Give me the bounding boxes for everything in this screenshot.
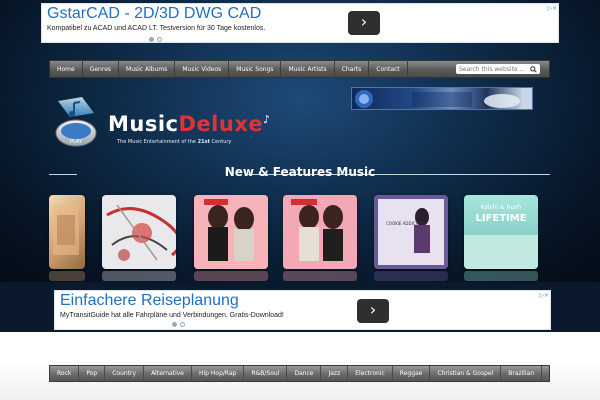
genre-item-reggae[interactable]: Reggae bbox=[393, 365, 431, 382]
logo-deluxe: Deluxe bbox=[178, 112, 264, 136]
ad-title[interactable]: Einfachere Reiseplanung bbox=[60, 292, 239, 310]
nav-item-music-videos[interactable]: Music Videos bbox=[175, 61, 230, 77]
album-art-5: COOKIE ADDICTION bbox=[374, 195, 448, 269]
banner-graphic bbox=[355, 90, 520, 108]
ad-pagination bbox=[172, 322, 185, 327]
tagline-bold: 21st bbox=[197, 139, 210, 145]
album-reflection-4 bbox=[283, 271, 357, 281]
album-reflection-2 bbox=[102, 271, 176, 281]
album-5-text: COOKIE ADDICTION bbox=[386, 221, 425, 226]
tagline-prefix: The Music Entertainment of the bbox=[117, 139, 198, 145]
genre-item-pop[interactable]: Pop bbox=[79, 365, 106, 382]
site-logo[interactable]: PLAY MusicDeluxe♪ The Music Entertainmen… bbox=[52, 95, 270, 153]
genre-item-jazz[interactable]: Jazz bbox=[321, 365, 349, 382]
album-art-2 bbox=[106, 204, 176, 261]
ad-pagination bbox=[149, 37, 162, 42]
search-icon[interactable] bbox=[528, 64, 538, 74]
section-title: New & Features Music bbox=[224, 165, 376, 179]
genre-item-christian-gospel[interactable]: Christian & Gospel bbox=[430, 365, 502, 382]
album-6-line1: koishi & hush bbox=[481, 204, 521, 211]
album-reflection-5 bbox=[374, 271, 448, 281]
album-thumbnail-2[interactable] bbox=[102, 195, 176, 269]
ad-dot[interactable] bbox=[157, 37, 162, 42]
album-art-6: koishi & hush LIFETIME bbox=[464, 204, 538, 269]
music-note-icon: ♪ bbox=[263, 113, 271, 126]
ad-banner-middle[interactable]: Einfachere Reiseplanung MyTransitGuide h… bbox=[54, 290, 551, 330]
ad-description: Kompatibel zu ACAD und ACAD LT. Testvers… bbox=[47, 25, 266, 32]
nav-item-music-artists[interactable]: Music Artists bbox=[281, 61, 335, 77]
search-input[interactable] bbox=[456, 64, 528, 74]
play-label: PLAY bbox=[70, 139, 83, 145]
ad-dot-active[interactable] bbox=[149, 37, 154, 42]
genre-nav: Rock Pop Country Alternative Hip Hop/Rap… bbox=[49, 365, 550, 382]
genre-item-electronic[interactable]: Electronic bbox=[348, 365, 393, 382]
album-thumbnail-4[interactable] bbox=[283, 195, 357, 269]
album-art-1 bbox=[53, 205, 79, 255]
album-art-3 bbox=[194, 195, 268, 269]
album-reflection-1 bbox=[49, 271, 85, 281]
ad-dot[interactable] bbox=[180, 322, 185, 327]
logo-wordmark: MusicDeluxe♪ bbox=[108, 112, 271, 136]
ad-description: MyTransitGuide hat alle Fahrpläne und Ve… bbox=[60, 312, 284, 319]
genre-item-dance[interactable]: Dance bbox=[287, 365, 322, 382]
album-thumbnail-6[interactable]: koishi & hush LIFETIME bbox=[464, 195, 538, 269]
genre-item-rock[interactable]: Rock bbox=[50, 365, 80, 382]
nav-item-contact[interactable]: Contact bbox=[369, 61, 408, 77]
nav-item-music-songs[interactable]: Music Songs bbox=[229, 61, 282, 77]
adchoices-icon[interactable]: ▷× bbox=[535, 292, 549, 299]
nav-item-genres[interactable]: Genres bbox=[83, 61, 120, 77]
album-thumbnail-3[interactable] bbox=[194, 195, 268, 269]
ad-banner-top[interactable]: GstarCAD - 2D/3D DWG CAD Kompatibel zu A… bbox=[41, 3, 559, 43]
genre-item-rnb-soul[interactable]: R&B/Soul bbox=[244, 365, 288, 382]
chevron-right-icon[interactable]: › bbox=[357, 299, 389, 323]
adchoices-icon[interactable]: ▷× bbox=[543, 5, 557, 12]
album-reflection-6 bbox=[464, 271, 538, 281]
header-banner-image[interactable] bbox=[351, 87, 533, 110]
ad-title[interactable]: GstarCAD - 2D/3D DWG CAD bbox=[47, 5, 261, 23]
album-thumbnail-1[interactable] bbox=[49, 195, 85, 269]
play-button-icon: PLAY bbox=[55, 97, 97, 147]
main-nav: Home Genres Music Albums Music Videos Mu… bbox=[49, 60, 550, 78]
logo-tagline: The Music Entertainment of the 21st Cent… bbox=[117, 139, 231, 145]
nav-item-home[interactable]: Home bbox=[50, 61, 83, 77]
search-box bbox=[456, 64, 540, 74]
album-art-4 bbox=[283, 195, 357, 269]
genre-item-brazilian[interactable]: Brazilian bbox=[501, 365, 543, 382]
album-reflection-3 bbox=[194, 271, 268, 281]
genre-item-alternative[interactable]: Alternative bbox=[144, 365, 192, 382]
album-6-line2: LIFETIME bbox=[475, 213, 526, 224]
ad-dot-active[interactable] bbox=[172, 322, 177, 327]
album-thumbnail-5[interactable]: COOKIE ADDICTION bbox=[374, 195, 448, 269]
nav-item-charts[interactable]: Charts bbox=[335, 61, 370, 77]
chevron-right-icon[interactable]: › bbox=[348, 11, 380, 35]
logo-music: Music bbox=[108, 112, 179, 136]
genre-item-hip-hop-rap[interactable]: Hip Hop/Rap bbox=[192, 365, 245, 382]
tagline-suffix: Century bbox=[209, 139, 232, 145]
nav-item-music-albums[interactable]: Music Albums bbox=[119, 61, 176, 77]
genre-item-country[interactable]: Country bbox=[105, 365, 145, 382]
